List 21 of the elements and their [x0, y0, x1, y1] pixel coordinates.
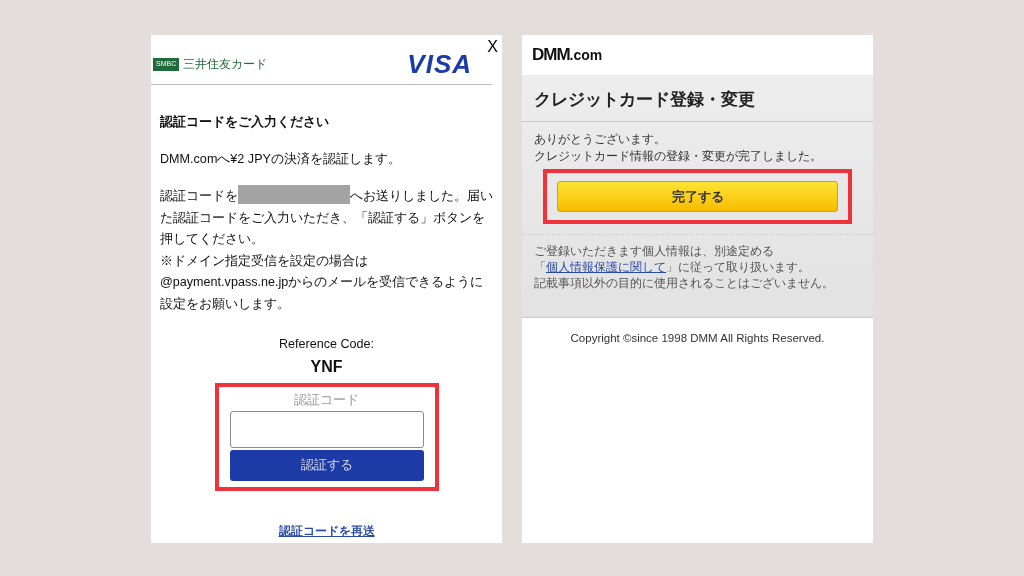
- sent-text: 認証コードを へお送りしました。届いた認証コードをご入力いただき、「認証する」ボタンを押してください。: [160, 185, 493, 251]
- dmm-logo: DMM.com: [531, 44, 604, 67]
- note-text: ※ドメイン指定受信を設定の場合は @payment.vpass.ne.jpからのメールを受信できるように設定をお願いします。: [160, 252, 485, 313]
- close-button[interactable]: X: [487, 35, 498, 59]
- notice-text: 記載事項以外の目的に使用されることはございません。: [534, 276, 835, 291]
- reference-code: YNF: [309, 356, 344, 377]
- reference-label: Reference Code:: [277, 336, 376, 353]
- payment-text: DMM.comへ¥2 JPYの決済を認証します。: [160, 150, 402, 168]
- page-title: クレジットカード登録・変更: [522, 75, 873, 122]
- card-logo: VISA: [407, 48, 472, 81]
- message-text: ありがとうございます。 クレジットカード情報の登録・変更が完了しました。: [533, 131, 823, 165]
- privacy-link[interactable]: 個人情報保護に関して: [546, 261, 666, 273]
- privacy-text: ご登録いただきます個人情報は、別途定める「個人情報保護に関して」に従って取り扱います。: [534, 244, 811, 275]
- copyright-text: Copyright ©since 1998 DMM All Rights Reserved.: [569, 331, 826, 346]
- brand-name: 三井住友カード: [183, 56, 268, 72]
- heading: 認証コードをご入力ください: [160, 114, 330, 131]
- done-button[interactable]: 完了する: [557, 181, 838, 212]
- resend-link[interactable]: 認証コードを再送: [278, 524, 375, 537]
- submit-button[interactable]: 認証する: [229, 449, 424, 481]
- code-field[interactable]: [229, 410, 424, 448]
- field-label: 認証コード: [293, 391, 360, 409]
